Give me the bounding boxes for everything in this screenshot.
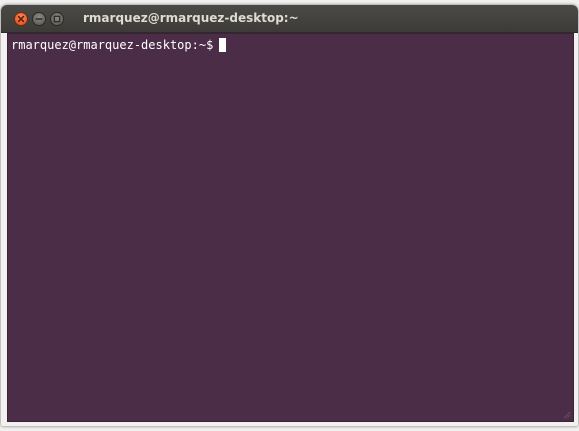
minimize-button[interactable] [32, 12, 46, 26]
terminal-area[interactable]: rmarquez@rmarquez-desktop:~$ [7, 33, 574, 422]
maximize-icon [53, 15, 61, 23]
text-cursor [219, 38, 227, 52]
shell-prompt: rmarquez@rmarquez-desktop:~$ [11, 38, 214, 52]
close-button[interactable] [14, 12, 28, 26]
maximize-button[interactable] [50, 12, 64, 26]
resize-grip-icon[interactable] [561, 409, 571, 419]
minimize-icon [35, 18, 43, 20]
titlebar[interactable]: rmarquez@rmarquez-desktop:~ [1, 5, 578, 33]
close-icon [17, 15, 25, 23]
terminal-window: rmarquez@rmarquez-desktop:~ rmarquez@rma… [1, 5, 578, 426]
window-title: rmarquez@rmarquez-desktop:~ [83, 11, 299, 25]
prompt-line: rmarquez@rmarquez-desktop:~$ [11, 38, 227, 53]
